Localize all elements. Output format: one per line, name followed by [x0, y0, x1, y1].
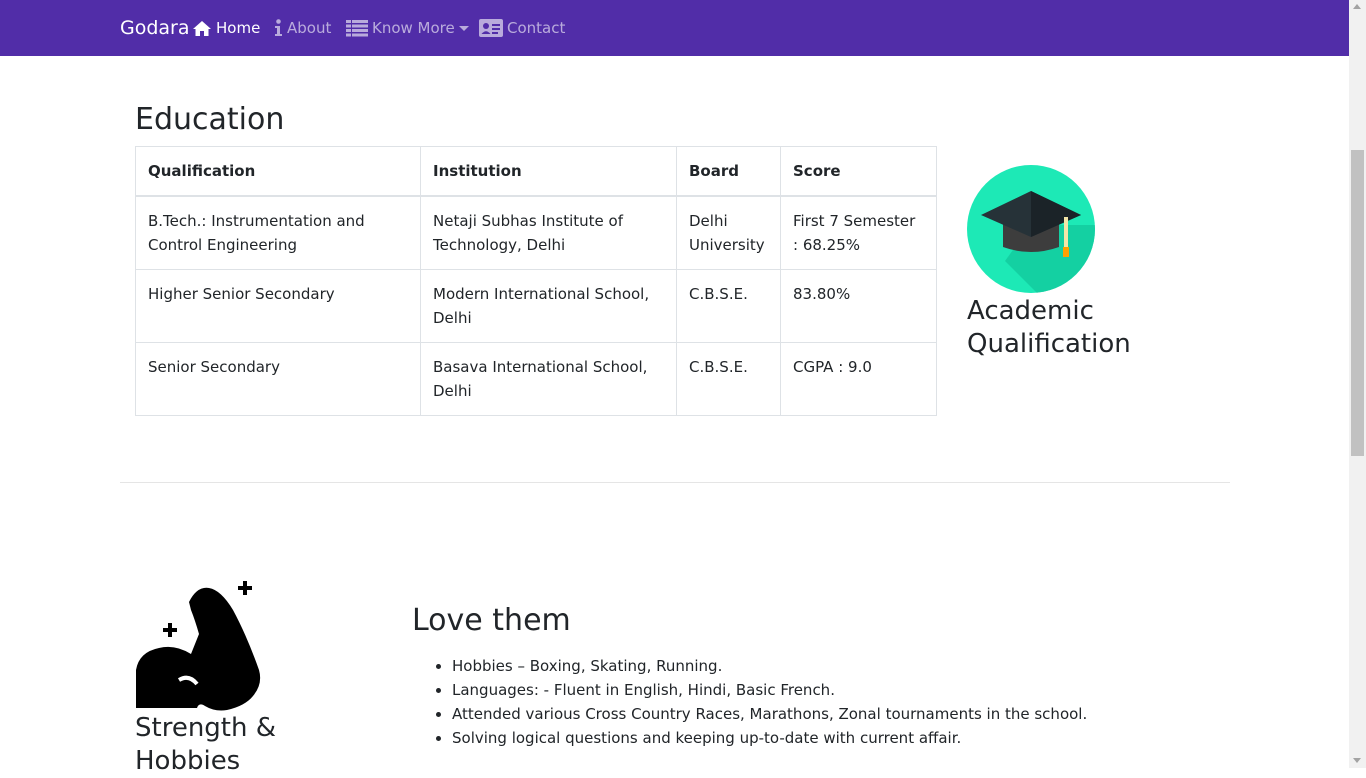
list-icon — [346, 20, 368, 37]
scrollbar-thumb[interactable] — [1351, 150, 1364, 456]
table-cell: CGPA : 9.0 — [780, 342, 937, 416]
nav-contact-label: Contact — [507, 19, 566, 37]
table-cell: 83.80% — [780, 269, 937, 343]
nav-about-label: About — [287, 19, 332, 37]
table-header-cell: Qualification — [135, 146, 421, 197]
table-header-row: Qualification Institution Board Score — [135, 146, 937, 197]
address-card-icon — [479, 19, 503, 37]
nav-contact[interactable]: Contact — [479, 17, 565, 39]
strength-hobbies-title: Strength & Hobbies — [135, 713, 277, 776]
table-cell: B.Tech.: Instrumentation and Control Eng… — [135, 195, 421, 270]
flexed-bicep-icon — [136, 581, 261, 711]
scroll-down-arrow-icon[interactable] — [1353, 758, 1361, 763]
nav-home-label: Home — [216, 19, 261, 37]
table-cell: Delhi University — [676, 195, 781, 270]
table-cell: Modern International School, Delhi — [420, 269, 677, 343]
academic-qualification-title: Academic Qualification — [967, 296, 1131, 359]
table-cell: First 7 Semester : 68.25% — [780, 195, 937, 270]
graduation-cap-icon — [967, 165, 1095, 293]
list-item: Languages: - Fluent in English, Hindi, B… — [452, 678, 1087, 702]
scroll-up-arrow-icon[interactable] — [1353, 4, 1361, 9]
table-header-cell: Score — [780, 146, 937, 197]
table-row: Higher Senior Secondary Modern Internati… — [135, 269, 937, 343]
table-cell: Netaji Subhas Institute of Technology, D… — [420, 195, 677, 270]
love-them-title: Love them — [412, 603, 571, 638]
list-item: Solving logical questions and keeping up… — [452, 726, 1087, 750]
table-cell: C.B.S.E. — [676, 342, 781, 416]
info-icon — [275, 19, 282, 36]
nav-about[interactable]: About — [274, 17, 331, 39]
home-icon — [193, 20, 211, 36]
navbar: Godara Home About Know More Contact — [0, 0, 1349, 56]
education-table: Qualification Institution Board Score B.… — [135, 146, 937, 416]
table-header-cell: Board — [676, 146, 781, 197]
chevron-down-icon — [458, 26, 469, 31]
table-cell: Senior Secondary — [135, 342, 421, 416]
list-item: Attended various Cross Country Races, Ma… — [452, 702, 1087, 726]
table-header-cell: Institution — [420, 146, 677, 197]
education-title: Education — [135, 102, 285, 137]
table-cell: Basava International School, Delhi — [420, 342, 677, 416]
navbar-brand[interactable]: Godara — [120, 16, 190, 40]
nav-home[interactable]: Home — [192, 17, 260, 39]
table-row: B.Tech.: Instrumentation and Control Eng… — [135, 195, 937, 270]
nav-know-more-label: Know More — [372, 19, 455, 37]
list-item: Hobbies – Boxing, Skating, Running. — [452, 654, 1087, 678]
nav-know-more[interactable]: Know More — [346, 17, 469, 39]
table-cell: C.B.S.E. — [676, 269, 781, 343]
table-row: Senior Secondary Basava International Sc… — [135, 342, 937, 416]
section-divider — [120, 482, 1230, 483]
table-cell: Higher Senior Secondary — [135, 269, 421, 343]
hobbies-list: Hobbies – Boxing, Skating, Running. Lang… — [412, 654, 1087, 750]
